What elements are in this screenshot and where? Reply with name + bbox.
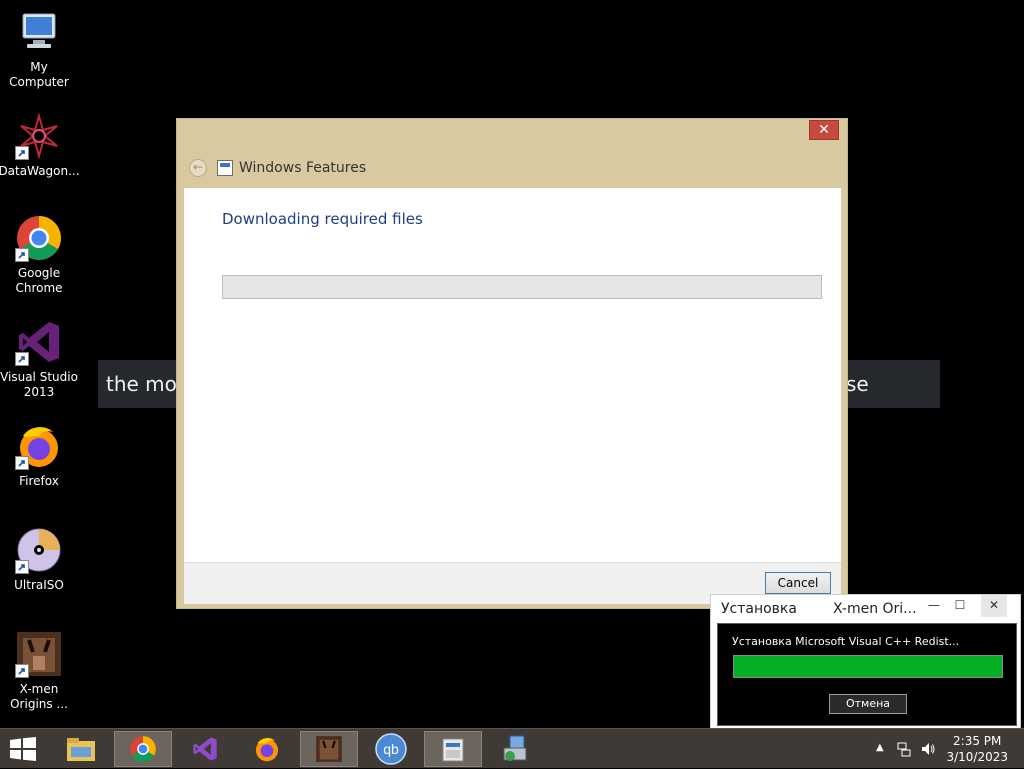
taskbar: qb ▲ 2:35 PM 3/10/2023	[0, 728, 1024, 768]
shortcut-arrow-icon	[15, 456, 29, 470]
datawagon-icon	[15, 112, 63, 160]
windows-features-dialog: ✕ ← Windows Features Downloading require…	[176, 118, 848, 609]
qbittorrent-icon: qb	[375, 733, 407, 765]
installer-cancel-button[interactable]: Отмена	[829, 694, 907, 714]
visual-studio-icon	[193, 737, 217, 761]
firefox-icon	[15, 422, 63, 470]
windows-features-icon	[442, 738, 464, 762]
download-progress-bar	[222, 275, 822, 299]
clock-date: 3/10/2023	[946, 750, 1008, 764]
network-icon[interactable]	[896, 741, 912, 757]
start-button[interactable]	[8, 737, 38, 761]
firefox-icon	[255, 737, 279, 762]
computer-icon	[15, 8, 63, 56]
installer-title-right: X-men Ori...	[833, 601, 917, 617]
dialog-title: Windows Features	[239, 160, 367, 176]
desktop-icon-xmen[interactable]: X-men Origins ...	[0, 630, 78, 712]
minimize-button[interactable]: —	[921, 595, 947, 617]
windows-features-icon	[217, 160, 233, 176]
desktop-icon-ultraiso[interactable]: UltraISO	[0, 526, 78, 593]
taskbar-file-explorer[interactable]	[52, 731, 110, 767]
desktop-icon-datawagon[interactable]: DataWagon...	[0, 112, 80, 179]
desktop-icon-label: UltraISO	[14, 578, 64, 592]
folder-icon	[67, 738, 95, 761]
windows-logo-icon	[10, 737, 36, 761]
banner-text-right: se	[846, 372, 869, 396]
desktop-icon-visual-studio[interactable]: Visual Studio 2013	[0, 318, 78, 400]
shortcut-arrow-icon	[15, 248, 29, 262]
shortcut-arrow-icon	[15, 352, 29, 366]
installer-progress-bar	[733, 655, 1003, 678]
taskbar-chrome[interactable]	[114, 731, 172, 767]
installer-icon	[503, 735, 527, 761]
show-hidden-icons-button[interactable]: ▲	[876, 742, 884, 753]
clock-time: 2:35 PM	[953, 734, 1002, 748]
installer-body: Установка Microsoft Visual C++ Redist...…	[717, 623, 1017, 726]
desktop-icon-chrome[interactable]: Google Chrome	[0, 214, 78, 296]
cancel-button[interactable]: Cancel	[765, 572, 831, 594]
installer-message: Установка Microsoft Visual C++ Redist...	[732, 635, 960, 648]
ultraiso-icon	[15, 526, 63, 574]
visual-studio-icon	[15, 318, 63, 366]
shortcut-arrow-icon	[15, 664, 29, 678]
installer-window: Установка X-men Ori... — ☐ ✕ Установка M…	[710, 594, 1021, 729]
dialog-header: ← Windows Features	[177, 149, 847, 187]
xmen-icon	[15, 630, 63, 678]
installer-close-button[interactable]: ✕	[981, 595, 1007, 617]
desktop-icon-label: Firefox	[19, 474, 59, 488]
dialog-body: Downloading required files	[184, 188, 841, 562]
taskbar-qbittorrent[interactable]: qb	[362, 731, 420, 767]
taskbar-firefox[interactable]	[238, 731, 296, 767]
clock[interactable]: 2:35 PM 3/10/2023	[946, 733, 1008, 765]
chrome-icon	[15, 214, 63, 262]
taskbar-xmen[interactable]	[300, 731, 358, 767]
desktop-icon-label: My Computer	[9, 60, 69, 89]
back-arrow-icon[interactable]: ←	[189, 159, 207, 177]
shortcut-arrow-icon	[15, 146, 29, 160]
installer-titlebar: Установка X-men Ori... — ☐ ✕	[711, 595, 1020, 621]
xmen-icon	[316, 736, 342, 762]
chrome-icon	[130, 736, 156, 762]
desktop-icon-my-computer[interactable]: My Computer	[0, 8, 78, 90]
status-message: Downloading required files	[222, 210, 423, 228]
dialog-close-button[interactable]: ✕	[809, 120, 839, 140]
qbittorrent-label: qb	[383, 741, 399, 757]
taskbar-windows-features[interactable]	[424, 731, 482, 767]
desktop-icon-label: Visual Studio 2013	[0, 370, 78, 399]
desktop-icon-firefox[interactable]: Firefox	[0, 422, 78, 489]
volume-icon[interactable]	[920, 741, 936, 757]
installer-title-left: Установка	[721, 601, 797, 617]
taskbar-visual-studio[interactable]	[176, 731, 234, 767]
desktop-icon-label: DataWagon...	[0, 164, 80, 178]
shortcut-arrow-icon	[15, 560, 29, 574]
taskbar-installer[interactable]	[486, 731, 544, 767]
desktop-icon-label: Google Chrome	[15, 266, 63, 295]
installer-progress-fill	[734, 656, 1002, 677]
maximize-button[interactable]: ☐	[947, 595, 973, 617]
desktop-icon-label: X-men Origins ...	[10, 682, 68, 711]
